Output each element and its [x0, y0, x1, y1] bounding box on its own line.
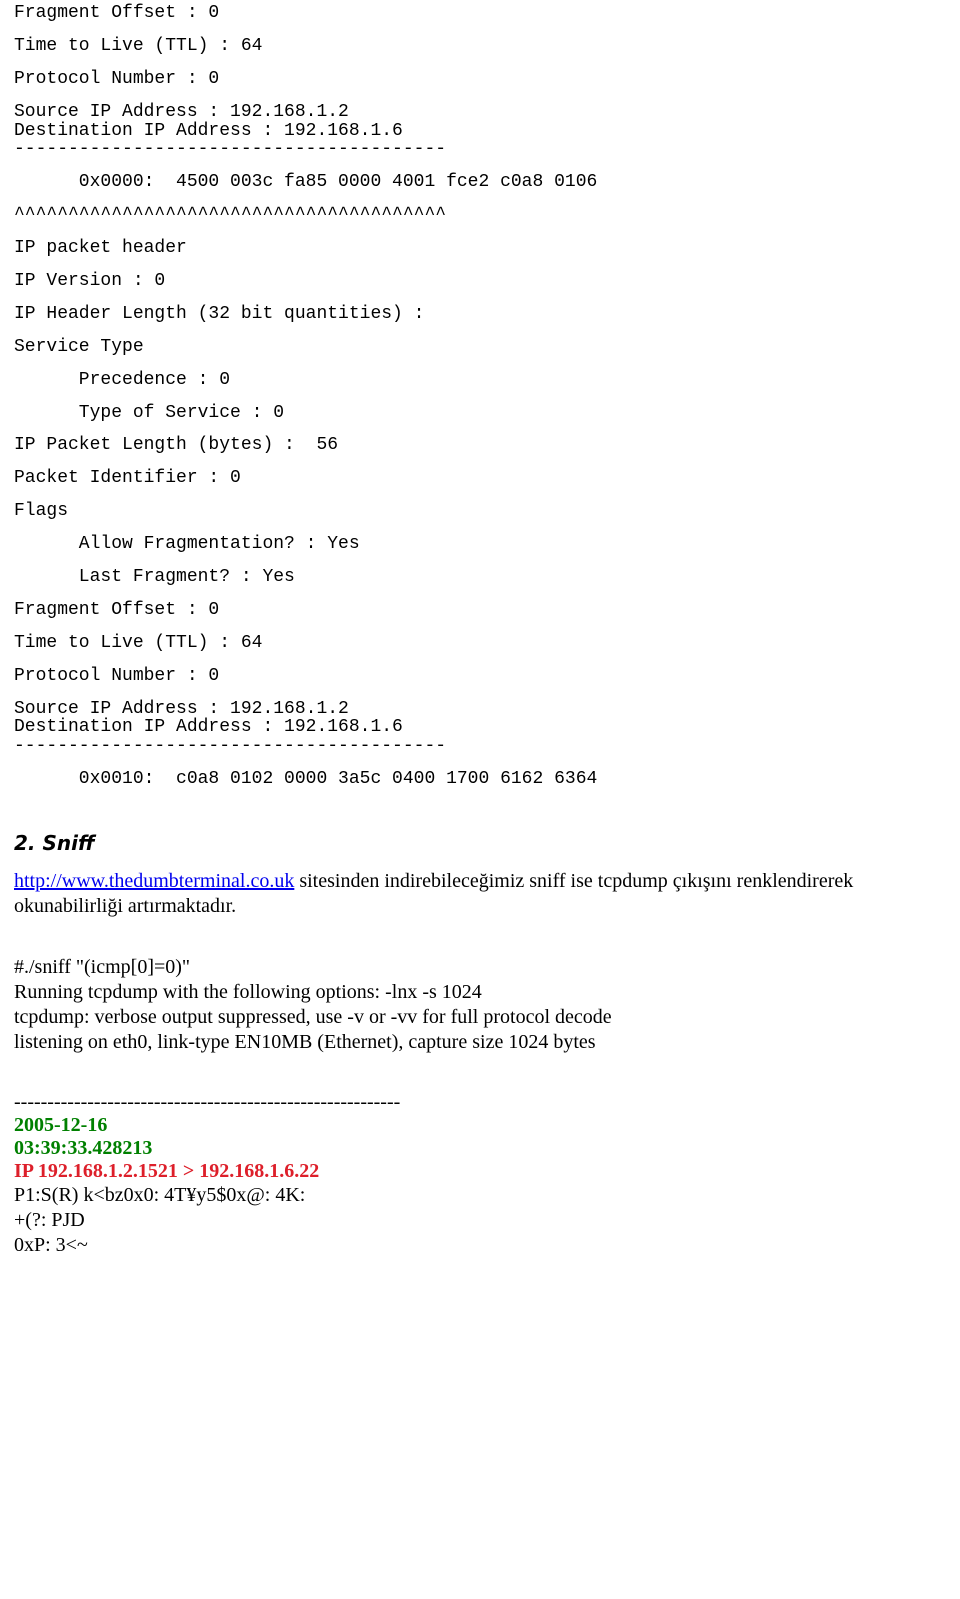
flags-label: Flags	[14, 502, 946, 521]
frag-offset-line-2: Fragment Offset : 0	[14, 601, 946, 620]
dst-ip-line-2: Destination IP Address : 192.168.1.6	[14, 718, 946, 737]
caret-line: ^^^^^^^^^^^^^^^^^^^^^^^^^^^^^^^^^^^^^^^^	[14, 206, 946, 225]
frag-offset-line: Fragment Offset : 0	[14, 4, 946, 23]
hex-line-0x0010: 0x0010: c0a8 0102 0000 3a5c 0400 1700 61…	[14, 770, 946, 789]
ip-version: IP Version : 0	[14, 272, 946, 291]
command-output-block: #./sniff "(icmp[0]=0)" Running tcpdump w…	[14, 955, 946, 1055]
pkt-length-line: IP Packet Length (bytes) : 56	[14, 436, 946, 455]
tos-line: Type of Service : 0	[14, 404, 946, 423]
cmd-verbose-line: tcpdump: verbose output suppressed, use …	[14, 1005, 946, 1030]
ttl-line-2: Time to Live (TTL) : 64	[14, 634, 946, 653]
section-heading-sniff: 2. Sniff	[14, 831, 946, 855]
cmd-running-line: Running tcpdump with the following optio…	[14, 980, 946, 1005]
packet1-summary: Fragment Offset : 0 Time to Live (TTL) :…	[14, 4, 946, 225]
service-type-label: Service Type	[14, 338, 946, 357]
ip-header-decode: IP packet header IP Version : 0 IP Heade…	[14, 239, 946, 789]
proto-line: Protocol Number : 0	[14, 70, 946, 89]
cmd-listening-line: listening on eth0, link-type EN10MB (Eth…	[14, 1030, 946, 1055]
dst-ip-line: Destination IP Address : 192.168.1.6	[14, 122, 946, 141]
document-page: Fragment Offset : 0 Time to Live (TTL) :…	[0, 0, 960, 1298]
pkt-id-line: Packet Identifier : 0	[14, 469, 946, 488]
payload-line-1: P1:S(R) k<bz0x0: 4T¥y5$0x@: 4K:	[14, 1183, 946, 1208]
thedumbterminal-link[interactable]: http://www.thedumbterminal.co.uk	[14, 870, 294, 892]
cmd-invocation: #./sniff "(icmp[0]=0)"	[14, 955, 946, 980]
capture-separator: ----------------------------------------…	[14, 1091, 946, 1114]
hex-line-0x0000: 0x0000: 4500 003c fa85 0000 4001 fce2 c0…	[14, 173, 946, 192]
precedence-line: Precedence : 0	[14, 371, 946, 390]
sniff-description: http://www.thedumbterminal.co.uk sitesin…	[14, 869, 946, 919]
ip-header-title: IP packet header	[14, 239, 946, 258]
src-ip-line: Source IP Address : 192.168.1.2	[14, 103, 946, 122]
capture-payload: P1:S(R) k<bz0x0: 4T¥y5$0x@: 4K: +(?: PJD…	[14, 1183, 946, 1258]
capture-ip-line: IP 192.168.1.2.1521 > 192.168.1.6.22	[14, 1160, 946, 1183]
src-ip-line-2: Source IP Address : 192.168.1.2	[14, 700, 946, 719]
divider-line-2: ----------------------------------------	[14, 737, 946, 756]
proto-line-2: Protocol Number : 0	[14, 667, 946, 686]
ttl-line: Time to Live (TTL) : 64	[14, 37, 946, 56]
payload-line-3: 0xP: 3<~	[14, 1233, 946, 1258]
capture-time: 03:39:33.428213	[14, 1137, 946, 1160]
payload-line-2: +(?: PJD	[14, 1208, 946, 1233]
capture-date: 2005-12-16	[14, 1114, 946, 1137]
divider-line: ----------------------------------------	[14, 140, 946, 159]
allow-frag-line: Allow Fragmentation? : Yes	[14, 535, 946, 554]
ip-header-length: IP Header Length (32 bit quantities) :	[14, 305, 946, 324]
last-frag-line: Last Fragment? : Yes	[14, 568, 946, 587]
